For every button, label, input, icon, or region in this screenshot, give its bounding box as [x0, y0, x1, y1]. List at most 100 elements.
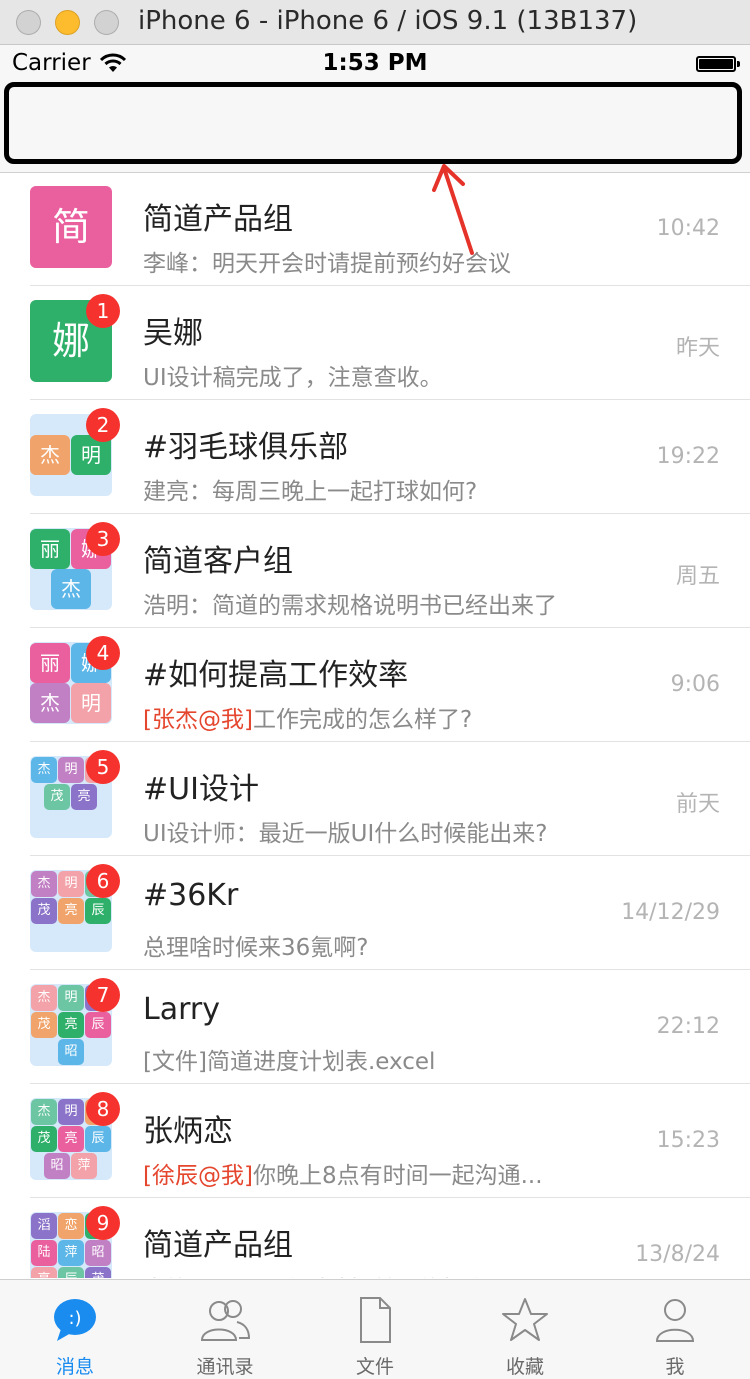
avatar-tile: 萍 [71, 1153, 97, 1179]
preview-text: UI设计师：最近一版UI什么时候能出来? [143, 821, 548, 847]
avatar-tile: 辰 [85, 1012, 111, 1038]
tab-contacts[interactable]: 通讯录 [150, 1280, 300, 1379]
conversation-preview: 建亮：每周三晚上一起打球如何? [143, 472, 477, 506]
conversation-name: #羽毛球俱乐部 [143, 430, 349, 465]
conversation-row[interactable]: 杰明滔茂亮辰昭萍8张炳恋[徐辰@我]你晚上8点有时间一起沟通...15:23 [0, 1084, 750, 1198]
avatar-tile: 明 [58, 757, 84, 783]
window-zoom-button[interactable] [94, 10, 119, 35]
avatar-tile: 茂 [31, 898, 57, 924]
conversation-time: 15:23 [656, 1128, 720, 1153]
tab-files[interactable]: 文件 [300, 1280, 450, 1379]
conversation-list[interactable]: 简简道产品组 李峰：明天开会时请提前预约好会议 10:42 娜 1 吴娜 UI设计稿完成了，… [0, 172, 750, 1278]
avatar-tile: 茂 [44, 784, 70, 810]
avatar-tile: 杰 [31, 1099, 57, 1125]
preview-text: 建亮：每周三晚上一起打球如何? [143, 479, 478, 505]
tab-favorites[interactable]: 收藏 [450, 1280, 600, 1379]
avatar-tile: 亮 [58, 898, 84, 924]
preview-text: 总理啥时候来36氪啊? [143, 935, 369, 961]
person-icon [655, 1299, 695, 1342]
avatar-tile: 杰 [31, 871, 57, 897]
conversation-row[interactable]: 滔恋陆萍昭亮辰茂 9 简道产品组李峰：明天开会时请提前预约好会议 13/8/24 [0, 1198, 750, 1278]
avatar-tile: 恋 [58, 1213, 84, 1239]
star-icon [502, 1298, 548, 1341]
mention-tag: [徐辰@我] [143, 1163, 253, 1189]
conversation-time: 前天 [675, 792, 720, 817]
conversation-time: 14/12/29 [621, 900, 720, 925]
annotation-arrow [432, 164, 474, 255]
avatar-tile: 昭 [58, 1039, 84, 1065]
avatar-tile: 辰 [85, 898, 111, 924]
conversation-time: 昨天 [675, 336, 720, 361]
conversation-name: 简道产品组 [143, 1228, 293, 1263]
conversation-row[interactable]: 简简道产品组 李峰：明天开会时请提前预约好会议 10:42 [0, 172, 750, 286]
unread-badge: 2 [86, 408, 120, 442]
avatar-tile: 明 [58, 871, 84, 897]
conversation-row[interactable]: 杰明 2 #羽毛球俱乐部 建亮：每周三晚上一起打球如何? 19:22 [0, 400, 750, 514]
conversation-preview: UI设计稿完成了，注意查收。 [143, 358, 443, 392]
conversation-preview: 总理啥时候来36氪啊? [143, 928, 368, 962]
avatar-tile: 茂 [31, 1126, 57, 1152]
window-minimize-button[interactable] [55, 10, 80, 35]
preview-text: 李峰：明天开会时请提前预约好会议 [143, 1277, 511, 1278]
conversation-preview: [徐辰@我]你晚上8点有时间一起沟通... [143, 1156, 543, 1190]
tab-messages[interactable]: :) 消息 [0, 1280, 150, 1379]
conversation-preview: 浩明：简道的需求规格说明书已经出来了 [143, 586, 557, 620]
conversation-preview: [张杰@我]工作完成的怎么样了? [143, 700, 472, 734]
avatar-tile: 丽 [30, 643, 70, 683]
conversation-name: 张炳恋 [143, 1114, 233, 1149]
tab-label: 文件 [355, 1356, 394, 1378]
avatar-tile: 杰 [31, 757, 57, 783]
preview-text: 浩明：简道的需求规格说明书已经出来了 [143, 593, 557, 619]
window-close-button[interactable] [16, 10, 41, 35]
avatar-tile: 亮 [58, 1126, 84, 1152]
tab-bar: :) 消息 通讯录 文件 收藏 我 [0, 1279, 750, 1379]
preview-text: 你晚上8点有时间一起沟通... [252, 1163, 543, 1189]
conversation-row[interactable]: 丽娜杰3简道客户组浩明：简道的需求规格说明书已经出来了周五 [0, 514, 750, 628]
simulator-title-bar: iPhone 6 - iPhone 6 / iOS 9.1 (13B137) [0, 0, 750, 45]
conversation-name: #36Kr [143, 878, 239, 913]
avatar-tile: 滔 [31, 1213, 57, 1239]
conversation-row[interactable]: 杰明滔茂亮5#UI设计UI设计师：最近一版UI什么时候能出来?前天 [0, 742, 750, 856]
avatar-tile: 明 [58, 985, 84, 1011]
unread-badge: 3 [86, 522, 120, 556]
avatar-tile: 茂 [85, 1267, 111, 1278]
conversation-row[interactable]: 杰明滔茂亮辰6#36Kr总理啥时候来36氪啊?14/12/29 [0, 856, 750, 970]
conversation-name: Larry [143, 992, 220, 1027]
unread-badge: 9 [86, 1206, 120, 1240]
conversation-name: #UI设计 [143, 772, 259, 807]
tab-label: 消息 [55, 1356, 94, 1378]
preview-text: [文件]简道进度计划表.excel [143, 1049, 436, 1075]
battery-icon [696, 56, 740, 72]
file-icon [360, 1297, 391, 1343]
avatar-tile: 明 [58, 1099, 84, 1125]
tab-me[interactable]: 我 [600, 1280, 750, 1379]
unread-badge: 7 [86, 978, 120, 1012]
tab-label: 收藏 [505, 1356, 544, 1378]
conversation-preview: [文件]简道进度计划表.excel [143, 1042, 435, 1076]
unread-badge: 6 [86, 864, 120, 898]
conversation-time: 22:12 [656, 1014, 720, 1039]
avatar-tile: 杰 [31, 985, 57, 1011]
conversation-row[interactable]: 娜 1 吴娜 UI设计稿完成了，注意查收。 昨天 [0, 286, 750, 400]
avatar-tile: 亮 [58, 1012, 84, 1038]
avatar-tile: 杰 [30, 435, 70, 475]
conversation-preview: UI设计师：最近一版UI什么时候能出来? [143, 814, 547, 848]
tab-label: 通讯录 [196, 1356, 254, 1378]
conversation-row[interactable]: 丽娜杰明4#如何提高工作效率[张杰@我]工作完成的怎么样了?9:06 [0, 628, 750, 742]
conversation-time: 10:42 [656, 216, 720, 241]
conversation-row[interactable]: 杰明滔茂亮辰昭7Larry[文件]简道进度计划表.excel22:12 [0, 970, 750, 1084]
unread-badge: 4 [86, 636, 120, 670]
conversation-time: 19:22 [656, 444, 720, 469]
unread-badge: 5 [86, 750, 120, 784]
status-time: 1:53 PM [322, 50, 428, 76]
avatar-tile: 亮 [31, 1267, 57, 1278]
svg-text::): :) [68, 1308, 81, 1329]
navigation-bar [0, 80, 750, 173]
status-bar: Carrier 1:53 PM [0, 45, 750, 80]
avatar-tile: 辰 [58, 1267, 84, 1278]
avatar-tile: 陆 [31, 1240, 57, 1266]
conversation-time: 13/8/24 [635, 1242, 720, 1267]
conversation-time: 9:06 [670, 672, 720, 697]
avatar-tile: 茂 [31, 1012, 57, 1038]
unread-badge: 1 [86, 294, 120, 328]
